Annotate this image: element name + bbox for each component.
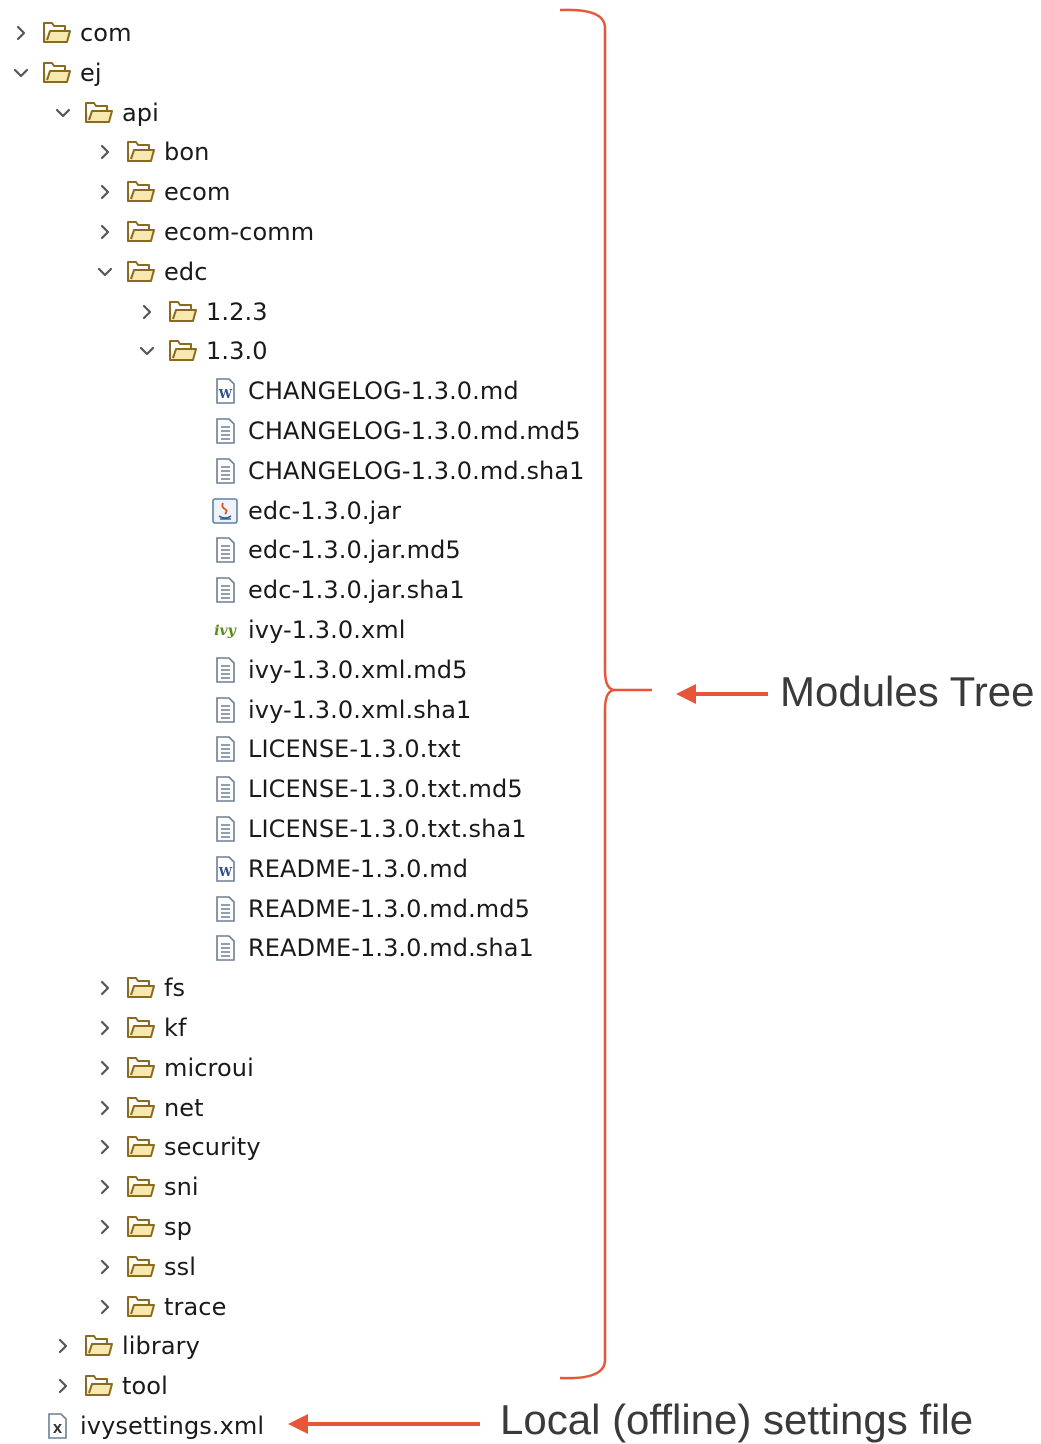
modules-tree-annotation: Modules Tree xyxy=(780,668,1035,715)
modules-tree-brace xyxy=(559,8,652,1380)
settings-file-annotation: Local (offline) settings file xyxy=(500,1396,974,1443)
annotation-overlay xyxy=(288,8,768,1434)
settings-file-arrowhead xyxy=(288,1414,308,1434)
modules-tree-arrowhead xyxy=(676,684,696,704)
